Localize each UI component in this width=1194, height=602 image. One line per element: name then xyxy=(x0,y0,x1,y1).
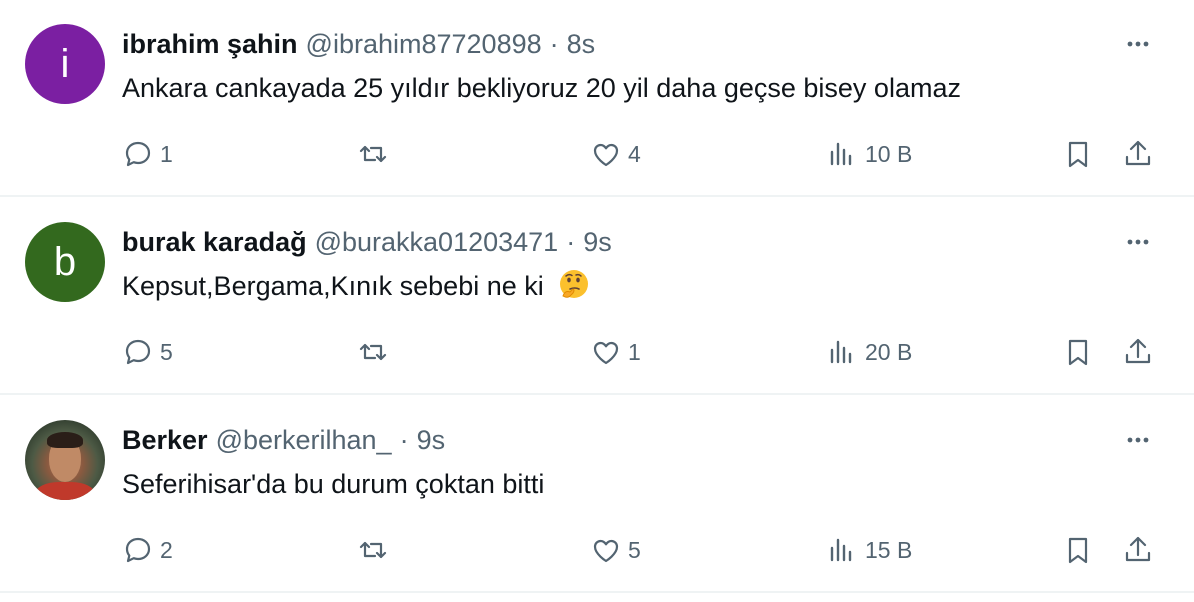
timestamp[interactable]: 9s xyxy=(583,226,612,258)
tweet-header: Berker @berkerilhan_ · 9s xyxy=(122,424,445,456)
avatar-letter: b xyxy=(53,239,77,284)
share-button[interactable] xyxy=(1122,134,1154,174)
tweet-actions: 5 1 20 B xyxy=(0,332,1194,372)
bookmark-button[interactable] xyxy=(1062,530,1094,570)
avatar-letter: i xyxy=(60,41,70,86)
reply-count: 2 xyxy=(160,536,173,563)
avatar-photo-hair xyxy=(47,432,83,448)
like-button[interactable]: 5 xyxy=(590,530,641,570)
heart-icon xyxy=(593,143,619,167)
retweet-icon xyxy=(359,541,387,559)
views-button[interactable]: 15 B xyxy=(827,530,912,570)
avatar[interactable]: i xyxy=(25,24,105,104)
avatar[interactable] xyxy=(25,420,105,500)
bookmark-icon xyxy=(1068,537,1088,564)
separator-dot: · xyxy=(399,425,409,455)
like-count: 1 xyxy=(628,338,641,365)
reply-count: 5 xyxy=(160,338,173,365)
more-icon xyxy=(1127,239,1149,245)
more-options-button[interactable] xyxy=(1120,30,1156,58)
like-button[interactable]: 1 xyxy=(590,332,641,372)
reply-icon xyxy=(125,537,151,563)
tweet-actions: 1 4 10 B xyxy=(0,134,1194,174)
more-icon xyxy=(1127,437,1149,443)
timestamp[interactable]: 9s xyxy=(417,424,446,456)
timestamp[interactable]: 8s xyxy=(567,28,596,60)
share-button[interactable] xyxy=(1122,332,1154,372)
like-count: 5 xyxy=(628,536,641,563)
views-icon xyxy=(830,142,852,166)
reply-icon xyxy=(125,339,151,365)
retweet-button[interactable] xyxy=(357,134,395,174)
views-button[interactable]: 10 B xyxy=(827,134,912,174)
user-handle[interactable]: @burakka01203471 xyxy=(315,226,559,258)
like-count: 4 xyxy=(628,140,641,167)
tweet-text-content: Kepsut,Bergama,Kınık sebebi ne ki xyxy=(122,271,544,301)
user-name[interactable]: ibrahim şahin xyxy=(122,28,298,60)
tweet-text: Ankara cankayada 25 yıldır bekliyoruz 20… xyxy=(122,70,961,106)
reply-button[interactable]: 1 xyxy=(122,134,173,174)
user-name[interactable]: burak karadağ xyxy=(122,226,307,258)
tweet[interactable]: i ibrahim şahin @ibrahim87720898 · 8s An… xyxy=(0,0,1194,197)
share-icon xyxy=(1125,338,1151,364)
tweet[interactable]: b burak karadağ @burakka01203471 · 9s Ke… xyxy=(0,198,1194,395)
reply-count: 1 xyxy=(160,140,173,167)
tweet-header: ibrahim şahin @ibrahim87720898 · 8s xyxy=(122,28,595,60)
user-handle[interactable]: @ibrahim87720898 xyxy=(306,28,542,60)
heart-icon xyxy=(593,341,619,365)
share-icon xyxy=(1125,140,1151,166)
like-button[interactable]: 4 xyxy=(590,134,641,174)
views-count: 15 B xyxy=(865,536,913,563)
retweet-button[interactable] xyxy=(357,332,395,372)
tweet-text: Seferihisar'da bu durum çoktan bitti xyxy=(122,466,544,502)
user-name[interactable]: Berker xyxy=(122,424,208,456)
user-handle[interactable]: @berkerilhan_ xyxy=(216,424,392,456)
avatar[interactable]: b xyxy=(25,222,105,302)
retweet-icon xyxy=(359,145,387,163)
tweet-actions: 2 5 15 B xyxy=(0,530,1194,570)
views-button[interactable]: 20 B xyxy=(827,332,912,372)
avatar-photo-shirt xyxy=(35,482,95,500)
reply-button[interactable]: 5 xyxy=(122,332,173,372)
share-button[interactable] xyxy=(1122,530,1154,570)
views-count: 10 B xyxy=(865,140,913,167)
reply-icon xyxy=(125,141,151,167)
retweet-icon xyxy=(359,343,387,361)
tweet-header: burak karadağ @burakka01203471 · 9s xyxy=(122,226,612,258)
bookmark-icon xyxy=(1068,141,1088,168)
heart-icon xyxy=(593,539,619,563)
thinking-face-emoji xyxy=(560,270,589,298)
tweet-text-content: Seferihisar'da bu durum çoktan bitti xyxy=(122,469,545,499)
views-icon xyxy=(830,340,852,364)
views-icon xyxy=(830,538,852,562)
separator-dot: · xyxy=(549,29,559,59)
tweet-feed: i ibrahim şahin @ibrahim87720898 · 8s An… xyxy=(0,0,1194,602)
tweet-text: Kepsut,Bergama,Kınık sebebi ne ki xyxy=(122,268,591,304)
bookmark-icon xyxy=(1068,339,1088,366)
more-options-button[interactable] xyxy=(1120,426,1156,454)
share-icon xyxy=(1125,536,1151,562)
retweet-button[interactable] xyxy=(357,530,395,570)
bookmark-button[interactable] xyxy=(1062,134,1094,174)
more-icon xyxy=(1127,41,1149,47)
bookmark-button[interactable] xyxy=(1062,332,1094,372)
tweet[interactable]: Berker @berkerilhan_ · 9s Seferihisar'da… xyxy=(0,396,1194,593)
views-count: 20 B xyxy=(865,338,913,365)
more-options-button[interactable] xyxy=(1120,228,1156,256)
reply-button[interactable]: 2 xyxy=(122,530,173,570)
separator-dot: · xyxy=(566,227,576,257)
tweet-text-content: Ankara cankayada 25 yıldır bekliyoruz 20… xyxy=(122,73,961,103)
